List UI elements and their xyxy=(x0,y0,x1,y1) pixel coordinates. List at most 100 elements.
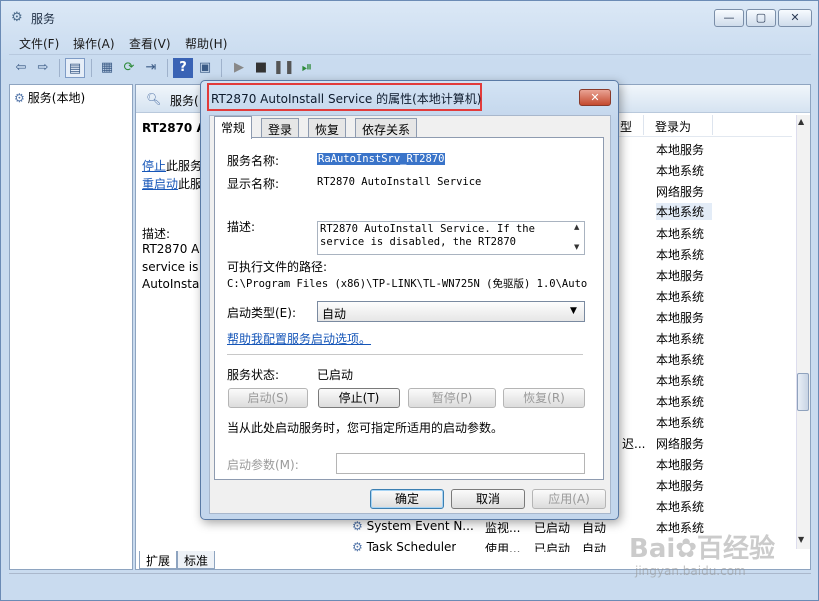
toolbar-separator xyxy=(221,59,222,77)
toolbar-separator xyxy=(59,59,60,77)
display-name-value: RT2870 AutoInstall Service xyxy=(317,176,482,188)
detail-desc-label: 描述: xyxy=(142,227,171,241)
watermark-url: jingyan.baidu.com xyxy=(635,564,746,578)
detail-stop-line: 停止此服务 xyxy=(142,159,203,173)
detail-desc-line: RT2870 Au xyxy=(142,242,207,256)
maximize-button[interactable]: ▢ xyxy=(746,9,776,27)
scroll-thumb[interactable] xyxy=(797,373,809,411)
menu-help[interactable]: 帮助(H) xyxy=(185,35,227,52)
table-row[interactable]: ⚙ System Event N... xyxy=(352,519,474,533)
tree-item-services-local[interactable]: ⚙ 服务(本地) xyxy=(14,89,85,106)
stop-button[interactable]: 停止(T) xyxy=(318,388,400,408)
logon-cell: 网络服务 xyxy=(656,185,705,199)
tab-dependencies[interactable]: 依存关系 xyxy=(355,118,418,138)
tab-standard[interactable]: 标准 xyxy=(177,551,216,569)
column-divider xyxy=(712,115,713,135)
menu-bar: 文件(F) 操作(A) 查看(V) 帮助(H) xyxy=(9,32,809,52)
toolbar-separator xyxy=(91,59,92,77)
start-params-hint: 当从此处启动服务时，您可指定所适用的启动参数。 xyxy=(227,421,504,435)
title-bar: ⚙ 服务 — ▢ ✕ xyxy=(1,1,818,31)
back-arrow-icon[interactable]: ⇦ xyxy=(11,58,31,78)
dialog-title: RT2870 AutoInstall Service 的属性(本地计算机) xyxy=(211,92,482,106)
minimize-button[interactable]: — xyxy=(714,9,744,27)
row-startup: 自动 xyxy=(582,521,607,535)
window-title: 服务 xyxy=(31,12,56,26)
logon-cell: 本地系统 xyxy=(656,353,705,367)
show-hide-icon[interactable]: ▣ xyxy=(195,58,215,78)
stop-icon[interactable]: ■ xyxy=(251,58,271,78)
restart-service-link[interactable]: 重启动 xyxy=(142,177,178,191)
vertical-scrollbar[interactable] xyxy=(796,115,810,549)
logon-cell: 本地系统 xyxy=(656,395,705,409)
column-header-row xyxy=(608,115,792,137)
cancel-button[interactable]: 取消 xyxy=(451,489,525,509)
export-icon[interactable]: ⇥ xyxy=(141,58,161,78)
scroll-up-icon[interactable]: ▲ xyxy=(798,117,804,126)
start-params-input[interactable] xyxy=(336,453,585,474)
tab-recovery[interactable]: 恢复 xyxy=(308,118,347,138)
menu-file[interactable]: 文件(F) xyxy=(19,35,59,52)
close-button[interactable]: ✕ xyxy=(778,9,812,27)
service-name-label: 服务名称: xyxy=(227,154,280,168)
pause-icon[interactable]: ❚❚ xyxy=(273,58,295,78)
logon-cell: 本地系统 xyxy=(656,290,705,304)
search-icon: 🔍︎ xyxy=(146,92,162,106)
console-tree-icon[interactable]: ▤ xyxy=(65,58,85,78)
service-status-label: 服务状态: xyxy=(227,368,280,382)
tab-extended[interactable]: 扩展 xyxy=(139,551,178,569)
start-button[interactable]: 启动(S) xyxy=(228,388,308,408)
toolbar-separator xyxy=(167,59,168,77)
toolbar: ⇦ ⇨ ▤ ▦ ⟳ ⇥ ? ▣ ▶ ■ ❚❚ ⏯ xyxy=(9,54,811,80)
tab-logon[interactable]: 登录 xyxy=(261,118,300,138)
logon-cell: 本地服务 xyxy=(656,479,705,493)
divider xyxy=(227,354,583,355)
logon-cell: 本地系统 xyxy=(656,332,705,346)
scroll-down-icon[interactable]: ▼ xyxy=(798,535,804,544)
menu-action[interactable]: 操作(A) xyxy=(73,35,115,52)
startup-type-select[interactable]: 自动 ▼ xyxy=(317,301,585,322)
properties-icon[interactable]: ▦ xyxy=(97,58,117,78)
start-params-label: 启动参数(M): xyxy=(227,458,299,472)
menu-view[interactable]: 查看(V) xyxy=(129,35,171,52)
column-divider xyxy=(643,115,644,135)
dialog-close-button[interactable]: ✕ xyxy=(579,89,611,106)
tab-general[interactable]: 常规 xyxy=(214,116,253,139)
logon-cell: 本地系统 xyxy=(656,500,705,514)
gear-icon: ⚙ xyxy=(352,519,367,533)
column-header-type[interactable]: 型 xyxy=(620,118,632,135)
exe-path-value: C:\Program Files (x86)\TP-LINK\TL-WN725N… xyxy=(227,278,587,290)
chevron-down-icon: ▼ xyxy=(570,306,577,316)
logon-cell: 本地系统 xyxy=(656,227,705,241)
row-desc: 监视... xyxy=(485,521,521,535)
watermark-logo: Bai✿百经验 xyxy=(629,534,776,564)
column-header-logon[interactable]: 登录为 xyxy=(655,118,691,135)
description-box[interactable]: RT2870 AutoInstall Service. If the servi… xyxy=(317,221,585,255)
logon-cell: 本地服务 xyxy=(656,269,705,283)
scroll-down-icon[interactable]: ▼ xyxy=(574,243,579,251)
service-name-value[interactable]: RaAutoInstSrv_RT2870 xyxy=(317,153,446,165)
logon-cell: 本地服务 xyxy=(656,143,705,157)
gear-icon: ⚙ xyxy=(11,10,23,25)
forward-arrow-icon[interactable]: ⇨ xyxy=(33,58,53,78)
refresh-icon[interactable]: ⟳ xyxy=(119,58,139,78)
scroll-up-icon[interactable]: ▲ xyxy=(574,223,579,231)
pause-button[interactable]: 暂停(P) xyxy=(408,388,496,408)
apply-button[interactable]: 应用(A) xyxy=(532,489,606,509)
exe-path-label: 可执行文件的路径: xyxy=(227,260,328,274)
stop-service-link[interactable]: 停止 xyxy=(142,159,166,173)
logon-cell: 本地服务 xyxy=(656,311,705,325)
play-icon[interactable]: ▶ xyxy=(229,58,249,78)
logon-cell-selected: 本地系统 xyxy=(656,203,712,220)
logon-cell: 本地系统 xyxy=(656,416,705,430)
help-configure-link[interactable]: 帮助我配置服务启动选项。 xyxy=(227,330,371,347)
gear-icon: ⚙ xyxy=(14,91,25,105)
restart-icon[interactable]: ⏯ xyxy=(297,58,317,78)
description-label: 描述: xyxy=(227,220,256,234)
ok-button[interactable]: 确定 xyxy=(370,489,444,509)
resume-button[interactable]: 恢复(R) xyxy=(503,388,585,408)
startup-type-value: 自动 xyxy=(322,307,347,321)
detail-desc-line: AutoInstall xyxy=(142,277,206,291)
logon-cell: 本地系统 xyxy=(656,248,705,262)
general-tab-panel: 服务名称: RaAutoInstSrv_RT2870 显示名称: RT2870 … xyxy=(214,137,604,480)
help-icon[interactable]: ? xyxy=(173,58,193,78)
